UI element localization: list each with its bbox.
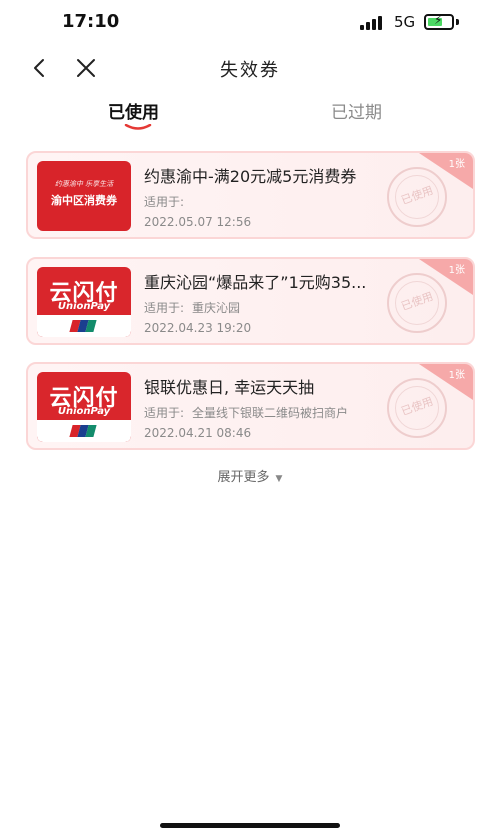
coupon-scope: 适用于: 重庆沁园 xyxy=(144,299,240,316)
coupon-date: 2022.04.23 19:20 xyxy=(144,321,252,335)
thumb-title: 渝中区消费券 xyxy=(51,194,117,207)
used-stamp: 已使用 xyxy=(387,167,447,227)
tab-bar: 已使用 已过期 xyxy=(0,92,500,132)
thumb-tagline: 约惠渝中 乐享生活 xyxy=(54,180,114,188)
used-stamp: 已使用 xyxy=(387,378,447,438)
unionpay-logo: 云闪付 UnionPay xyxy=(37,372,131,442)
scope-label: 适用于: xyxy=(144,406,185,420)
coupon-scope: 适用于: 全量线下银联二维码被扫商户 xyxy=(144,404,348,421)
used-stamp: 已使用 xyxy=(387,273,447,333)
coupon-date: 2022.05.07 12:56 xyxy=(144,215,252,229)
unionpay-mark-icon xyxy=(37,315,131,337)
coupon-card[interactable]: 云闪付 UnionPay 重庆沁园“爆品来了”1元购35... 适用于: 重庆沁园… xyxy=(26,257,475,345)
status-bar: 17:10 5G ⚡ xyxy=(0,0,500,44)
navigation-bar: 失效券 xyxy=(0,44,500,92)
tab-used[interactable]: 已使用 xyxy=(108,98,159,123)
coupon-date: 2022.04.21 08:46 xyxy=(144,426,252,440)
logo-text-en: UnionPay xyxy=(57,406,111,417)
signal-icon xyxy=(360,16,386,30)
coupon-count: 1张 xyxy=(448,265,465,276)
unionpay-mark-icon xyxy=(37,420,131,442)
battery-tip xyxy=(456,19,459,25)
scope-value: 全量线下银联二维码被扫商户 xyxy=(192,406,349,420)
unionpay-logo: 云闪付 UnionPay xyxy=(37,267,131,337)
tab-active-indicator xyxy=(124,124,152,130)
triangle-down-icon: ▼ xyxy=(275,474,283,484)
logo-text-en: UnionPay xyxy=(57,301,111,312)
tab-expired[interactable]: 已过期 xyxy=(331,98,382,123)
coupon-count: 1张 xyxy=(448,370,465,381)
coupon-card[interactable]: 云闪付 UnionPay 银联优惠日, 幸运天天抽 适用于: 全量线下银联二维码被… xyxy=(26,362,475,450)
scope-label: 适用于: xyxy=(144,301,185,315)
home-indicator xyxy=(160,823,340,828)
page-title: 失效券 xyxy=(220,60,280,81)
expand-more-label: 展开更多 xyxy=(217,470,270,485)
network-type: 5G xyxy=(394,13,416,31)
status-time: 17:10 xyxy=(62,11,120,32)
coupon-count: 1张 xyxy=(448,159,465,170)
coupon-scope: 适用于: xyxy=(144,193,192,210)
expand-more-button[interactable]: 展开更多 ▼ xyxy=(0,466,500,485)
scope-label: 适用于: xyxy=(144,195,185,209)
battery-icon: ⚡ xyxy=(424,13,454,30)
coupon-card[interactable]: 约惠渝中 乐享生活 渝中区消费券 约惠渝中-满20元减5元消费券 适用于: 20… xyxy=(26,151,475,239)
scope-value: 重庆沁园 xyxy=(192,301,241,315)
coupon-thumbnail: 约惠渝中 乐享生活 渝中区消费券 xyxy=(37,161,131,231)
